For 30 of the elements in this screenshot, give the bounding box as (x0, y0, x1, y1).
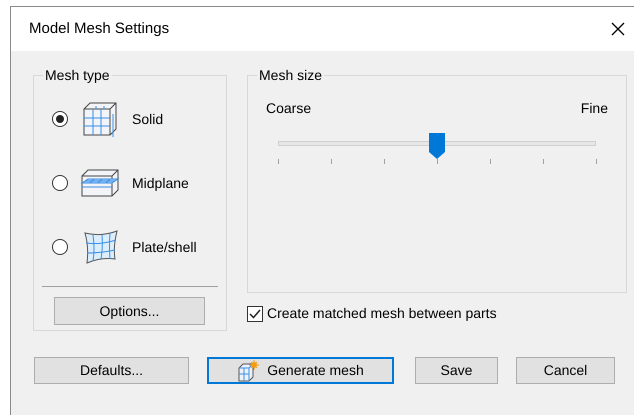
tick-mark (596, 159, 597, 164)
radio-button[interactable] (52, 175, 68, 191)
mesh-cube-icon (237, 360, 260, 382)
cube-grid-icon (82, 101, 118, 137)
tick-mark (384, 159, 385, 164)
slider-thumb[interactable] (429, 133, 445, 159)
dialog-button[interactable]: Cancel (516, 357, 615, 384)
group-label: Mesh type (44, 66, 111, 85)
radio-label: Midplane (132, 174, 189, 193)
window-title: Model Mesh Settings (29, 18, 170, 39)
dialog-button[interactable]: Save (415, 357, 498, 384)
checkbox[interactable] (247, 306, 263, 322)
group-label: Mesh size (258, 66, 324, 85)
close-icon[interactable] (611, 22, 625, 36)
checkbox-label: Create matched mesh between parts (267, 304, 497, 323)
tick-mark (490, 159, 491, 164)
dialog-button[interactable]: Defaults... (34, 357, 189, 384)
radio-button[interactable] (52, 111, 68, 127)
fine-label: Fine (580, 99, 608, 118)
radio-button[interactable] (52, 239, 68, 255)
coarse-label: Coarse (266, 99, 312, 118)
tick-mark (437, 159, 438, 164)
tick-mark (278, 159, 279, 164)
tick-mark (543, 159, 544, 164)
tick-mark (331, 159, 332, 164)
radio-label: Plate/shell (132, 238, 197, 256)
options-button[interactable]: Options... (54, 297, 205, 325)
generate-mesh-button[interactable]: Generate mesh (207, 357, 394, 384)
radio-label: Solid (132, 110, 164, 128)
midplane-box-icon (80, 168, 120, 198)
